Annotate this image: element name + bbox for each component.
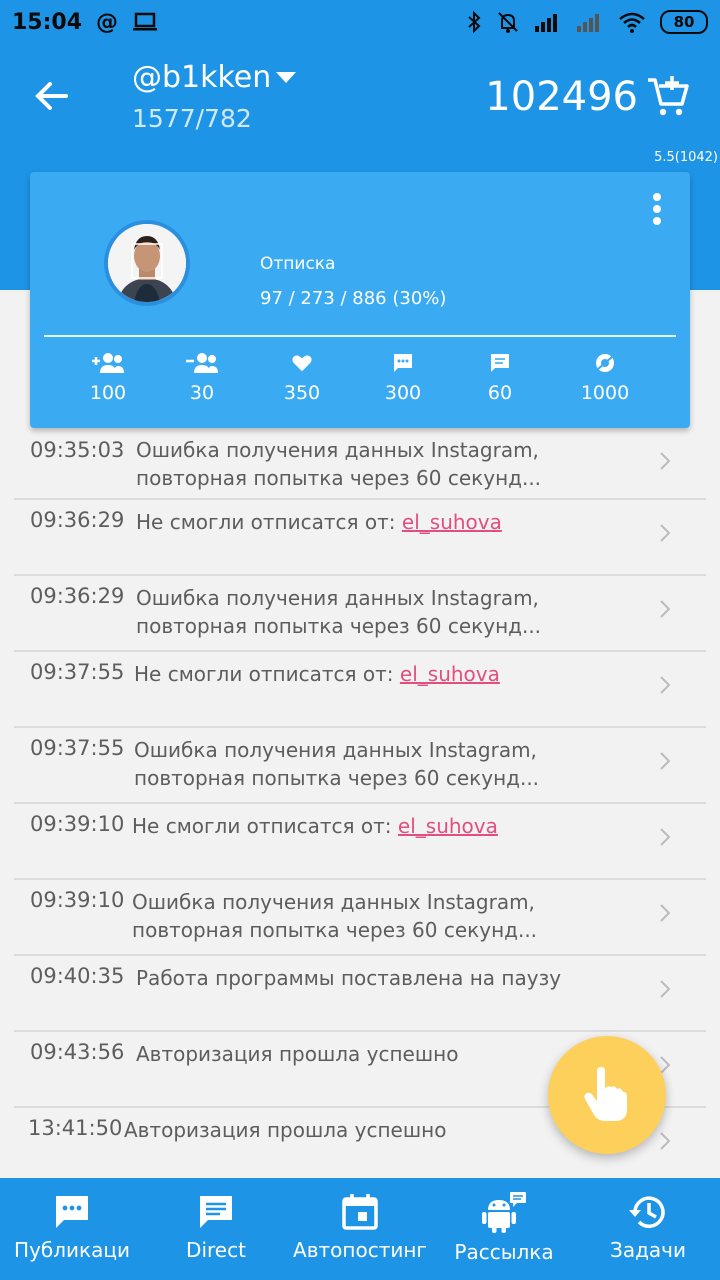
at-icon: @	[96, 9, 119, 35]
task-stats-row: 100 30 350 300 60 1000	[30, 352, 690, 412]
more-options-icon[interactable]	[652, 192, 662, 226]
username-link[interactable]: el_suhova	[402, 510, 502, 534]
history-icon	[629, 1196, 665, 1228]
android-icon	[482, 1192, 526, 1233]
stat-views: 1000	[555, 352, 655, 404]
status-time: 15:04	[12, 9, 83, 35]
comment-icon	[394, 354, 412, 372]
nav-tasks[interactable]: Задачи	[576, 1178, 720, 1280]
chevron-right-icon	[660, 1056, 670, 1074]
app-bar: @b1kken 1577/782 102496	[0, 44, 720, 146]
log-item[interactable]: 09:39:10 Ошибка получения данных Instagr…	[14, 880, 706, 956]
log-item[interactable]: 09:37:55 Ошибка получения данных Instagr…	[14, 728, 706, 804]
task-card[interactable]: Отписка 97 / 273 / 886 (30%) 100 30 350 …	[30, 172, 690, 428]
balance-value: 102496	[485, 74, 638, 120]
chevron-right-icon	[660, 600, 670, 618]
chevron-right-icon	[660, 452, 670, 470]
username-link[interactable]: el_suhova	[400, 662, 500, 686]
stat-messages: 60	[450, 352, 550, 404]
account-name[interactable]: @b1kken	[132, 60, 271, 95]
log-item[interactable]: 09:36:29 Не смогли отписатся от: el_suho…	[14, 500, 706, 576]
wifi-icon	[619, 12, 645, 33]
log-item[interactable]: 09:37:55 Не смогли отписатся от: el_suho…	[14, 652, 706, 728]
card-divider	[44, 335, 676, 337]
nav-mailing[interactable]: Рассылка	[432, 1178, 576, 1280]
nav-direct[interactable]: Direct	[144, 1178, 288, 1280]
nav-publications[interactable]: Публикаци	[0, 1178, 144, 1280]
add-to-cart-icon[interactable]	[646, 74, 690, 118]
battery-indicator: 80	[660, 10, 708, 34]
chevron-right-icon	[660, 752, 670, 770]
signal-weak-icon	[577, 14, 599, 32]
stat-follow: 100	[58, 352, 158, 404]
stat-comments: 300	[353, 352, 453, 404]
view-icon	[596, 354, 614, 372]
touch-hand-icon	[584, 1067, 627, 1121]
log-item[interactable]: 09:39:10 Не смогли отписатся от: el_suho…	[14, 804, 706, 880]
follow-icon	[92, 353, 124, 373]
chevron-right-icon	[660, 980, 670, 998]
signal-icon	[535, 14, 557, 32]
chevron-right-icon	[660, 1132, 670, 1150]
publications-icon	[56, 1196, 88, 1228]
bottom-navigation: Публикаци Direct Автопостинг Рассылка За…	[0, 1178, 720, 1280]
calendar-icon	[342, 1194, 378, 1230]
task-title: Отписка	[260, 254, 336, 274]
heart-icon	[292, 355, 312, 372]
log-item[interactable]: 09:36:29 Ошибка получения данных Instagr…	[14, 576, 706, 652]
account-stats: 1577/782	[132, 104, 252, 133]
chevron-right-icon	[660, 524, 670, 542]
avatar	[104, 220, 190, 306]
log-item[interactable]: 09:35:03 Ошибка получения данных Instagr…	[14, 430, 706, 500]
stat-likes: 350	[252, 352, 352, 404]
username-link[interactable]: el_suhova	[398, 814, 498, 838]
task-progress: 97 / 273 / 886 (30%)	[260, 288, 447, 309]
unfollow-icon	[186, 353, 218, 373]
chevron-right-icon	[660, 904, 670, 922]
start-task-button[interactable]	[548, 1036, 666, 1154]
chevron-right-icon	[660, 828, 670, 846]
chevron-right-icon	[660, 676, 670, 694]
message-icon	[491, 354, 509, 372]
direct-icon	[200, 1196, 232, 1228]
status-bar: 15:04 @ 80	[0, 0, 720, 44]
dropdown-arrow-icon[interactable]	[276, 72, 296, 84]
back-arrow-icon[interactable]	[30, 74, 74, 118]
log-item[interactable]: 09:40:35 Работа программы поставлена на …	[14, 956, 706, 1032]
nav-autoposting[interactable]: Автопостинг	[288, 1178, 432, 1280]
stat-unfollow: 30	[152, 352, 252, 404]
version-label: 5.5(1042)	[654, 150, 718, 165]
bluetooth-icon	[468, 10, 481, 34]
mute-bell-icon	[498, 12, 518, 33]
laptop-icon	[133, 12, 158, 31]
